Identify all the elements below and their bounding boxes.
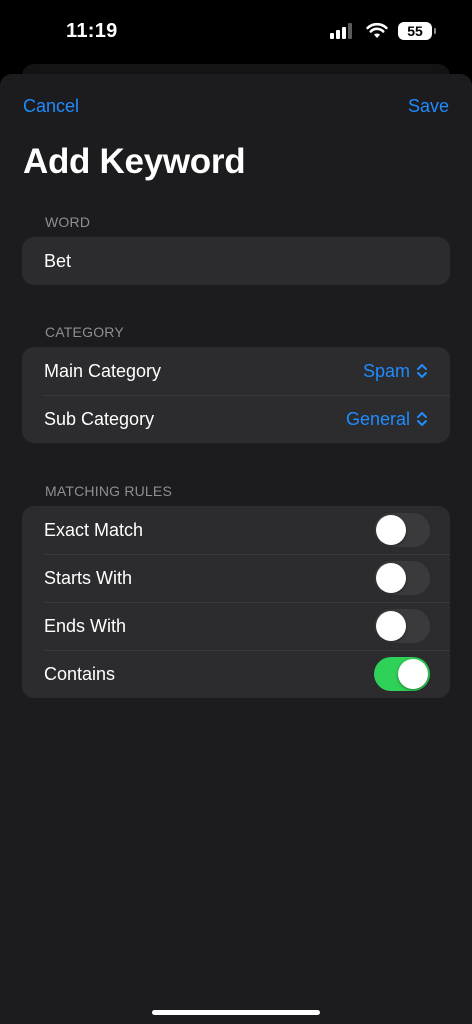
status-icons: 55 [330,22,436,40]
exact-match-label: Exact Match [44,519,144,540]
main-category-picker[interactable]: Spam [363,361,428,382]
toggle-knob [398,659,428,689]
toggle-knob [376,611,406,641]
cellular-signal-icon [330,23,352,39]
ends-with-label: Ends With [44,615,127,636]
chevron-up-down-icon [417,364,427,378]
toggle-knob [376,563,406,593]
chevron-up-down-icon [417,412,427,426]
matching-rules-section-header: MATCHING RULES [45,483,172,499]
status-bar: 11:19 55 [0,0,472,64]
exact-match-toggle[interactable] [374,513,430,547]
starts-with-toggle[interactable] [374,561,430,595]
contains-label: Contains [44,663,116,684]
main-category-value: Spam [362,360,410,381]
starts-with-row: Starts With [22,554,450,602]
word-field[interactable]: Bet [22,237,450,285]
exact-match-row: Exact Match [22,506,450,554]
category-section-header: CATEGORY [45,324,124,340]
starts-with-label: Starts With [44,567,133,588]
toggle-knob [376,515,406,545]
category-card: Main Category Spam Sub Category General [22,347,450,443]
wifi-icon [366,22,388,38]
battery-icon: 55 [398,22,436,40]
contains-row: Contains [22,650,450,698]
sub-category-picker[interactable]: General [346,409,428,430]
home-indicator [152,1010,320,1015]
sub-category-value: General [345,408,410,429]
save-button[interactable]: Save [408,96,449,117]
word-value[interactable]: Bet [44,251,71,272]
contains-toggle[interactable] [374,657,430,691]
word-card: Bet [22,237,450,285]
status-time: 11:19 [66,20,118,42]
sub-category-row[interactable]: Sub Category General [22,395,450,443]
matching-rules-card: Exact Match Starts With Ends With Contai… [22,506,450,698]
ends-with-toggle[interactable] [374,609,430,643]
page-title: Add Keyword [23,142,246,181]
word-section-header: WORD [45,214,91,230]
ends-with-row: Ends With [22,602,450,650]
sub-category-label: Sub Category [44,408,155,429]
cancel-button[interactable]: Cancel [23,96,79,117]
main-category-row[interactable]: Main Category Spam [22,347,450,395]
main-category-label: Main Category [44,360,162,381]
